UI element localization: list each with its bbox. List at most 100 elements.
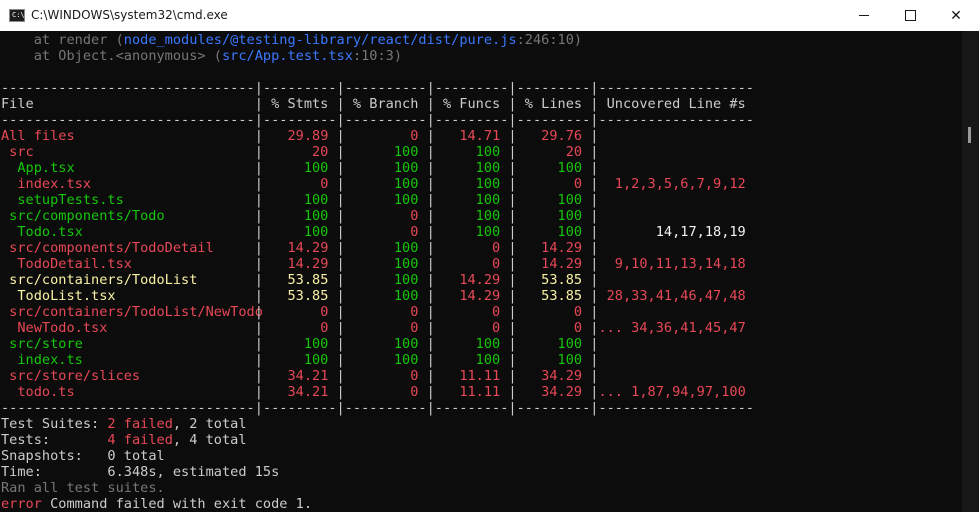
file-name: src bbox=[9, 144, 34, 160]
column-divider: | bbox=[336, 224, 345, 240]
coverage-value: 14.29 bbox=[541, 256, 583, 272]
terminal-output[interactable]: at render (node_modules/@testing-library… bbox=[0, 31, 962, 512]
stack-trace-line: at render (node_modules/@testing-library… bbox=[1, 32, 582, 48]
column-divider: | bbox=[508, 288, 517, 304]
file-name: src/containers/TodoList/NewTodo bbox=[9, 304, 263, 320]
scrollbar[interactable] bbox=[962, 31, 979, 512]
coverage-value: 9,10,11,13,14,18 bbox=[614, 256, 746, 272]
table-row: All files | 29.89 | 0 | 14.71 | 29.76 | bbox=[1, 128, 754, 144]
summary-time: Time: 6.348s, estimated 15s bbox=[1, 464, 280, 480]
column-divider: | bbox=[426, 384, 435, 400]
column-divider: | bbox=[426, 224, 435, 240]
error-line: error Command failed with exit code 1. bbox=[1, 496, 312, 512]
error-label: error bbox=[1, 496, 42, 512]
summary-test-suites: Test Suites: 2 failed, 2 total bbox=[1, 416, 247, 432]
coverage-value: 100 bbox=[303, 192, 329, 208]
coverage-value: 100 bbox=[475, 192, 501, 208]
file-name: All files bbox=[1, 128, 75, 144]
coverage-value: 53.85 bbox=[541, 288, 583, 304]
file-name: TodoList.tsx bbox=[17, 288, 116, 304]
coverage-value: 100 bbox=[303, 336, 329, 352]
maximize-button[interactable] bbox=[887, 0, 933, 31]
table-row: src/containers/TodoList | 53.85 | 100 | 14.29 |… bbox=[1, 272, 754, 288]
coverage-value: 100 bbox=[557, 224, 583, 240]
coverage-value: 20 bbox=[565, 144, 583, 160]
coverage-value: 100 bbox=[393, 272, 419, 288]
column-divider: | bbox=[590, 176, 599, 192]
column-divider: | bbox=[508, 304, 517, 320]
table-row: todo.ts | 34.21 | 0 | 11.11 | 34.29 |... 1,87,94,… bbox=[1, 384, 754, 400]
column-divider: | bbox=[590, 368, 599, 384]
close-button[interactable]: ✕ bbox=[933, 0, 979, 31]
scrollbar-thumb[interactable] bbox=[968, 127, 971, 143]
table-row: Todo.tsx | 100 | 0 | 100 | 100 | 14,17,18,19 bbox=[1, 224, 754, 240]
column-divider: | bbox=[254, 96, 263, 112]
coverage-value: 100 bbox=[393, 288, 419, 304]
table-row: TodoList.tsx | 53.85 | 100 | 14.29 | 53.85 | 28,33… bbox=[1, 288, 754, 304]
table-row: src/store | 100 | 100 | 100 | 100 | bbox=[1, 336, 754, 352]
coverage-value: 100 bbox=[557, 352, 583, 368]
stack-frame-suffix: ) bbox=[393, 48, 403, 64]
column-divider: | bbox=[590, 272, 599, 288]
table-row: src/containers/TodoList/NewTodo| 0 | 0 | 0 | 0 | bbox=[1, 304, 754, 320]
column-divider: | bbox=[426, 352, 435, 368]
column-divider: | bbox=[590, 304, 599, 320]
coverage-value: 100 bbox=[475, 144, 501, 160]
column-divider: | bbox=[336, 384, 345, 400]
column-divider: | bbox=[336, 128, 345, 144]
stack-frame-path: src/App.test.tsx bbox=[221, 48, 353, 64]
coverage-value: 100 bbox=[393, 192, 419, 208]
file-name: App.tsx bbox=[17, 160, 75, 176]
total-count: , 2 total bbox=[172, 416, 247, 432]
coverage-value: 0 bbox=[320, 304, 329, 320]
coverage-value: 100 bbox=[303, 160, 329, 176]
column-divider: | bbox=[590, 160, 599, 176]
coverage-value: 100 bbox=[475, 352, 501, 368]
table-row: src/components/Todo | 100 | 0 | 100 | 100 | bbox=[1, 208, 754, 224]
column-divider: | bbox=[336, 304, 345, 320]
column-divider: | bbox=[254, 288, 263, 304]
file-name: TodoDetail.tsx bbox=[17, 256, 132, 272]
table-row: setupTests.ts | 100 | 100 | 100 | 100 | bbox=[1, 192, 754, 208]
coverage-value: 100 bbox=[393, 256, 419, 272]
column-divider: | bbox=[254, 352, 263, 368]
column-divider: | bbox=[508, 272, 517, 288]
coverage-value: 0 bbox=[410, 320, 419, 336]
column-divider: | bbox=[508, 240, 517, 256]
error-message: Command failed with exit code 1. bbox=[41, 496, 312, 512]
column-divider: | bbox=[508, 192, 517, 208]
column-divider: | bbox=[336, 320, 345, 336]
column-divider: | bbox=[254, 320, 263, 336]
column-divider: | bbox=[590, 128, 599, 144]
failed-count: 2 failed bbox=[107, 416, 173, 432]
minimize-icon bbox=[859, 15, 869, 16]
stack-trace-line: at Object.<anonymous> (src/App.test.tsx:… bbox=[1, 48, 402, 64]
table-row: src | 20 | 100 | 100 | 20 | bbox=[1, 144, 754, 160]
coverage-value: 0 bbox=[573, 176, 583, 192]
column-divider: | bbox=[508, 336, 517, 352]
table-row: src/store/slices | 34.21 | 0 | 11.11 | 34.29 | bbox=[1, 368, 754, 384]
coverage-value: 0 bbox=[492, 240, 501, 256]
file-name: src/components/Todo bbox=[9, 208, 165, 224]
column-divider: | bbox=[426, 128, 435, 144]
coverage-value: 14.29 bbox=[459, 272, 501, 288]
column-divider: | bbox=[336, 272, 345, 288]
cmd-icon[interactable]: C:\. bbox=[9, 9, 29, 22]
column-divider: | bbox=[254, 272, 263, 288]
coverage-value: 100 bbox=[393, 240, 419, 256]
minimize-button[interactable] bbox=[841, 0, 887, 31]
summary-snapshots: Snapshots: 0 total bbox=[1, 448, 165, 464]
file-name: src/store bbox=[9, 336, 83, 352]
column-divider: | bbox=[426, 288, 435, 304]
column-divider: | bbox=[426, 144, 435, 160]
column-divider: | bbox=[254, 256, 263, 272]
title-bar: C:\. C:\WINDOWS\system32\cmd.exe ✕ bbox=[0, 0, 979, 31]
column-divider: | bbox=[590, 384, 599, 400]
coverage-value: 100 bbox=[475, 176, 501, 192]
coverage-value: ... 34,36,41,45,47 bbox=[598, 320, 746, 336]
coverage-value: 14.29 bbox=[541, 240, 583, 256]
cmd-icon-label: C:\. bbox=[12, 11, 29, 19]
column-divider: | bbox=[426, 208, 435, 224]
column-divider: | bbox=[590, 288, 599, 304]
file-name: todo.ts bbox=[17, 384, 75, 400]
